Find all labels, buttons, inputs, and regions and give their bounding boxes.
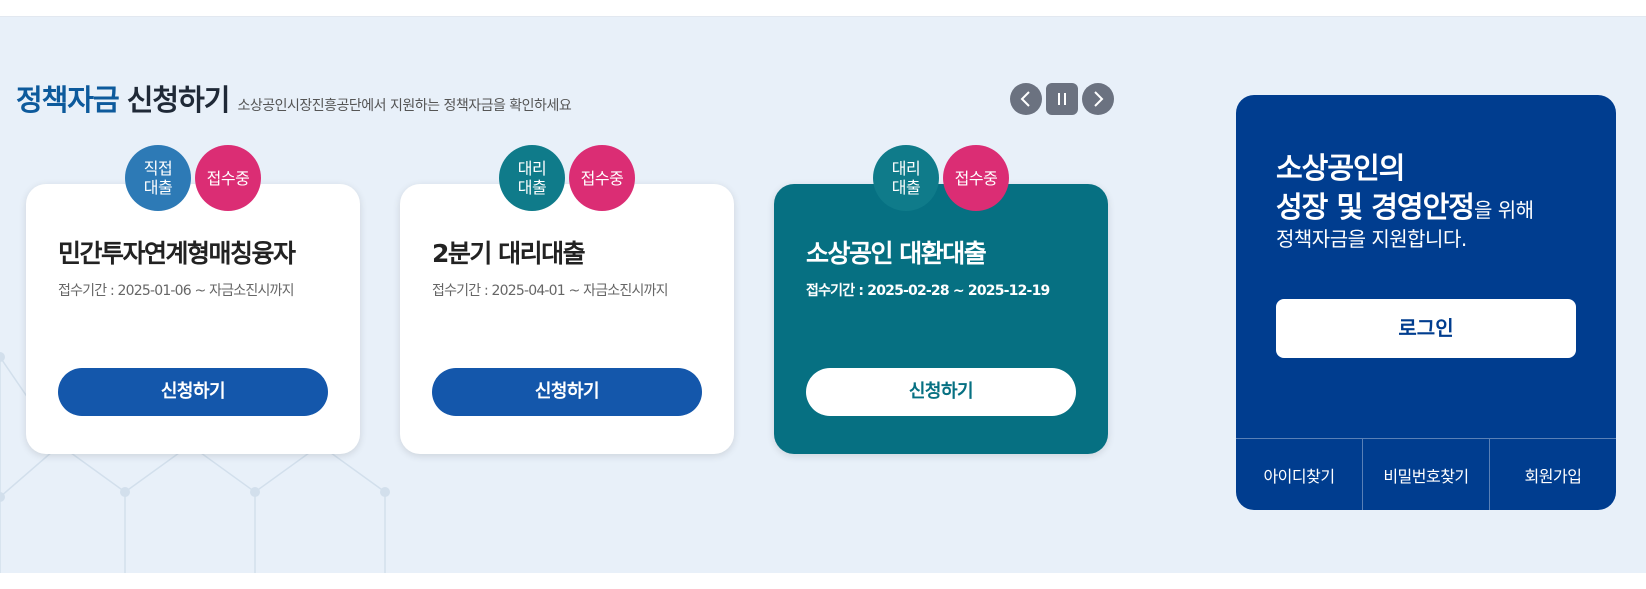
- card-title: 2분기 대리대출: [432, 239, 586, 268]
- slider-pause-button[interactable]: [1046, 83, 1078, 115]
- login-panel: 소상공인의 성장 및 경영안정을 위해 정책자금을 지원합니다. 로그인 아이디…: [1236, 95, 1616, 510]
- policy-fund-section: 정책자금 신청하기 소상공인시장진흥공단에서 지원하는 정책자금을 확인하세요 …: [0, 17, 1646, 573]
- login-panel-emphasis: 성장 및 경영안정: [1276, 190, 1475, 224]
- login-panel-headline-1: 소상공인의: [1276, 151, 1405, 185]
- account-links: 아이디찾기 비밀번호찾기 회원가입: [1236, 438, 1616, 510]
- login-panel-headline-2: 성장 및 경영안정을 위해: [1276, 184, 1534, 226]
- status-badge: 접수중: [943, 145, 1009, 211]
- find-id-link[interactable]: 아이디찾기: [1236, 439, 1362, 510]
- signup-link[interactable]: 회원가입: [1489, 439, 1616, 510]
- slider-controls: [1010, 83, 1114, 115]
- status-badge: 접수중: [195, 145, 261, 211]
- chevron-left-icon: [1020, 91, 1030, 107]
- loan-type-badge: 직접 대출: [125, 145, 191, 211]
- card-period: 접수기간 : 2025-04-01 ~ 자금소진시까지: [432, 283, 669, 299]
- heading-title-rest: 신청하기: [126, 83, 231, 117]
- pause-icon: [1058, 93, 1066, 105]
- loan-type-badge: 대리 대출: [873, 145, 939, 211]
- login-panel-line2-rest: 을 위해: [1473, 198, 1534, 222]
- card-title: 민간투자연계형매칭융자: [58, 239, 296, 268]
- slider-next-button[interactable]: [1082, 83, 1114, 115]
- login-button[interactable]: 로그인: [1276, 299, 1576, 358]
- heading-subtitle: 소상공인시장진흥공단에서 지원하는 정책자금을 확인하세요: [237, 98, 572, 114]
- apply-button[interactable]: 신청하기: [58, 368, 328, 416]
- heading-title-strong: 정책자금: [16, 83, 120, 117]
- section-heading: 정책자금 신청하기 소상공인시장진흥공단에서 지원하는 정책자금을 확인하세요: [16, 77, 572, 119]
- chevron-right-icon: [1094, 91, 1104, 107]
- find-password-link[interactable]: 비밀번호찾기: [1362, 439, 1489, 510]
- fund-card-active: 소상공인 대환대출 접수기간 : 2025-02-28 ~ 2025-12-19…: [774, 184, 1108, 454]
- login-panel-headline-3: 정책자금을 지원합니다.: [1276, 227, 1467, 251]
- fund-card: 민간투자연계형매칭융자 접수기간 : 2025-01-06 ~ 자금소진시까지 …: [26, 184, 360, 454]
- loan-type-badge: 대리 대출: [499, 145, 565, 211]
- apply-button[interactable]: 신청하기: [432, 368, 702, 416]
- card-title: 소상공인 대환대출: [806, 239, 987, 268]
- slider-prev-button[interactable]: [1010, 83, 1042, 115]
- card-period: 접수기간 : 2025-02-28 ~ 2025-12-19: [806, 283, 1050, 299]
- fund-card: 2분기 대리대출 접수기간 : 2025-04-01 ~ 자금소진시까지 신청하…: [400, 184, 734, 454]
- apply-button[interactable]: 신청하기: [806, 368, 1076, 416]
- card-period: 접수기간 : 2025-01-06 ~ 자금소진시까지: [58, 283, 295, 299]
- status-badge: 접수중: [569, 145, 635, 211]
